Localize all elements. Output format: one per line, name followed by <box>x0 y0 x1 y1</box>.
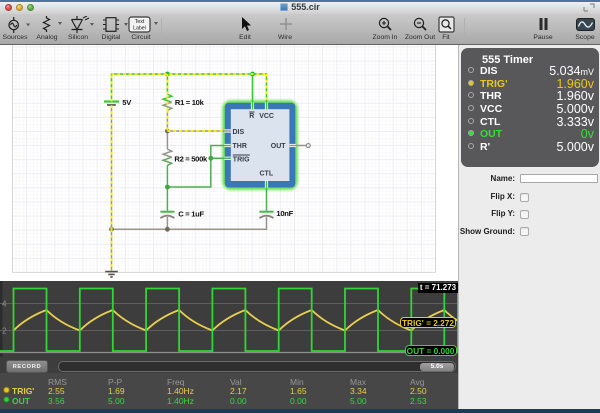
svg-text:R: R <box>249 113 254 120</box>
svg-text:THR: THR <box>233 143 247 150</box>
svg-text:TRIG: TRIG <box>233 156 250 163</box>
svg-text:VCC: VCC <box>259 113 274 120</box>
svg-text:DIS: DIS <box>233 129 245 136</box>
svg-text:10nF: 10nF <box>276 209 293 218</box>
svg-text:5V: 5V <box>122 98 132 107</box>
svg-text:OUT: OUT <box>271 143 287 150</box>
svg-text:Text: Text <box>135 19 145 25</box>
svg-text:CTL: CTL <box>260 170 274 177</box>
svg-text:R1 = 10k: R1 = 10k <box>175 98 205 107</box>
svg-text:Label: Label <box>133 26 146 32</box>
svg-text:R2 = 500k: R2 = 500k <box>174 154 208 163</box>
svg-text:4: 4 <box>2 300 7 309</box>
svg-text:2: 2 <box>2 327 7 336</box>
svg-text:C = 1uF: C = 1uF <box>178 210 204 219</box>
